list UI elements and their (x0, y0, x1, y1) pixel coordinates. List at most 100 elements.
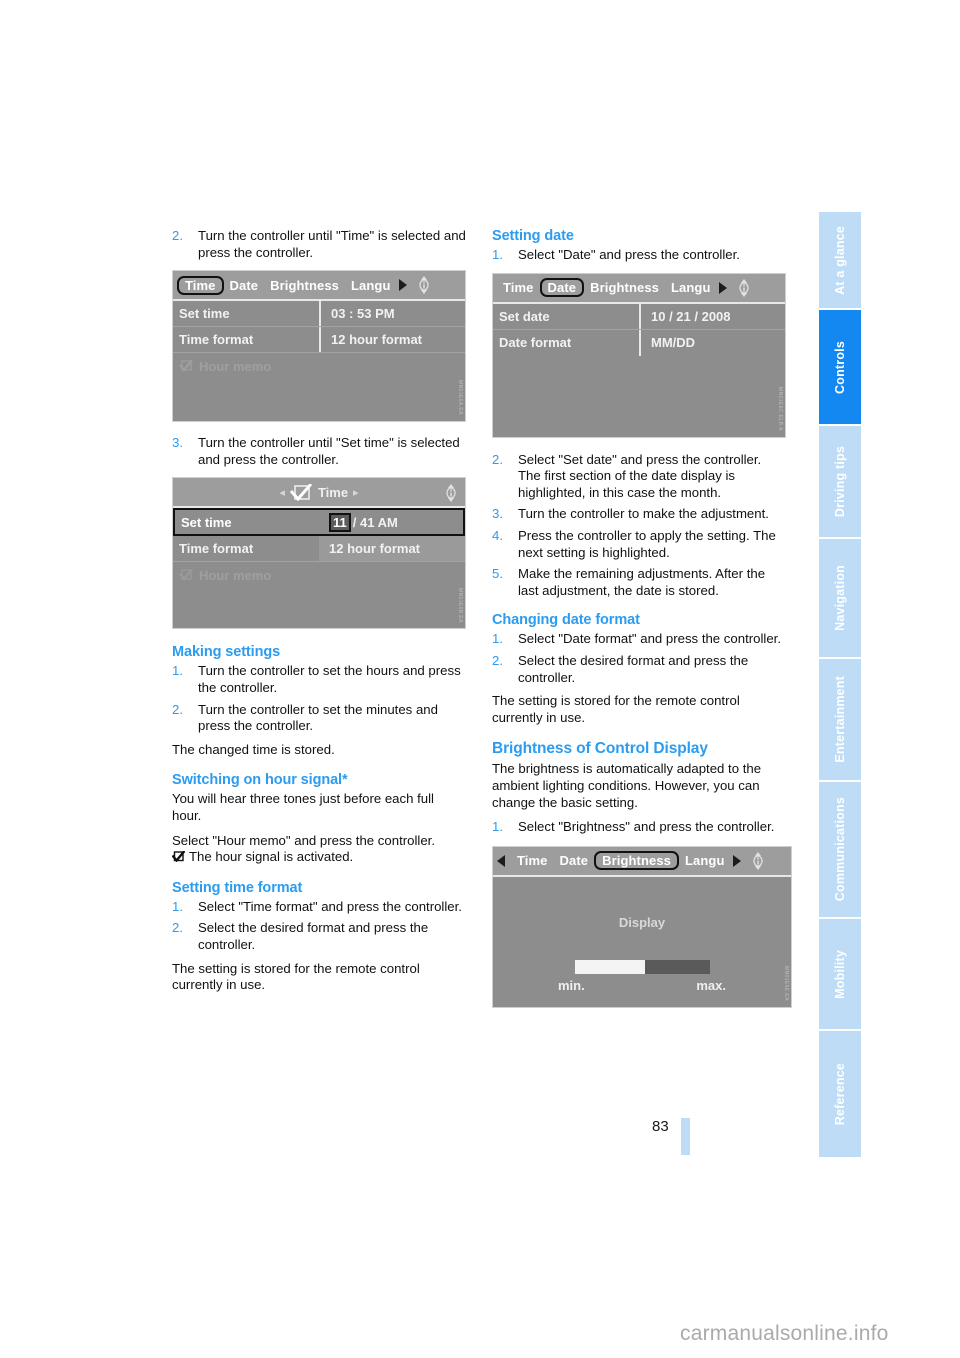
screen-row-time-format[interactable]: Time format 12 hour format (173, 327, 465, 354)
list-item: 3. Turn the controller to make the adjus… (492, 506, 786, 523)
info-updown-icon[interactable] (441, 482, 460, 503)
figure-watermark: MN01E6B.EA (457, 587, 463, 623)
sidebar-tab-communications[interactable]: Communications (819, 780, 861, 917)
sidebar-tab-label: Navigation (833, 565, 847, 631)
row-label: Set date (499, 308, 550, 324)
hour-signal-para-2: Select "Hour memo" and press the control… (172, 832, 435, 848)
figure-watermark: MN01E6E.EA (783, 965, 789, 1001)
sidebar-tab-navigation[interactable]: Navigation (819, 537, 861, 657)
making-settings-note: The changed time is stored. (172, 741, 335, 757)
sidebar-tab-label: Mobility (833, 949, 847, 999)
checkbox-icon[interactable] (179, 360, 193, 372)
step-text: Press the controller to apply the settin… (518, 527, 776, 560)
sidebar-tab-controls[interactable]: Controls (819, 308, 861, 424)
slider-track[interactable] (574, 959, 710, 974)
screen-body: Set time 03 : 53 PM Time format 12 hour … (173, 301, 465, 379)
chevron-left-icon[interactable] (497, 854, 505, 867)
screen-body: Display min. max. (493, 877, 791, 993)
screen-tab-time[interactable]: Time (511, 852, 554, 869)
step-number: 1. (492, 631, 503, 647)
chevron-right-icon[interactable] (398, 279, 407, 292)
display-label: Display (618, 914, 666, 930)
screen-tab-date[interactable]: Date (224, 277, 265, 294)
figure-date-menu: Time Date Brightness Langu Set date 10 /… (492, 272, 786, 438)
chevron-right-icon[interactable] (732, 854, 741, 867)
highlighted-hour-field[interactable]: 11 (329, 512, 351, 532)
time-format-steps: 1. Select "Time format" and press the co… (172, 899, 466, 954)
figure-time-menu: Time Date Brightness Langu Set time 03:… (172, 270, 466, 423)
sidebar-tab-driving-tips[interactable]: Driving tips (819, 424, 861, 537)
screen-row-set-time[interactable]: Set time 03 : 53 PM (173, 301, 465, 328)
sidebar-tab-label: Controls (833, 340, 847, 394)
sidebar-tab-mobility[interactable]: Mobility (819, 917, 861, 1029)
step-number: 2. (492, 652, 503, 668)
step-number: 2. (172, 228, 183, 243)
screen-body: Set time 11 / 41 AM Time format 12 hour … (173, 508, 465, 588)
setting-date-steps-rest: 2. Select "Set date" and press the contr… (492, 452, 786, 600)
row-label: Set time (179, 306, 230, 322)
brightness-slider[interactable] (493, 959, 791, 974)
row-label: Set time (181, 514, 232, 530)
chevron-left-small-icon[interactable]: ◂ (279, 486, 285, 499)
screen-tab-time[interactable]: Time (497, 279, 540, 296)
screen-tab-date[interactable]: Date (539, 278, 585, 298)
sidebar-tab-entertainment[interactable]: Entertainment (819, 657, 861, 780)
list-item: 1. Select "Date format" and press the co… (492, 631, 786, 648)
chevron-right-icon[interactable] (718, 281, 727, 294)
info-updown-icon[interactable] (735, 277, 754, 298)
figure-watermark: MN01E6A.EA (457, 380, 463, 416)
screen-row-set-date[interactable]: Set date 10 / 21 / 2008 (493, 303, 785, 330)
screen-titlebar: ◂ Time ▸ (173, 478, 465, 509)
screen-row-time-format[interactable]: Time format 12 hour format (173, 536, 465, 563)
checkbox-icon[interactable] (179, 569, 193, 582)
page-number: 83 (652, 1118, 669, 1135)
checkbox-check-icon (289, 483, 312, 501)
step-text: Select "Date format" and press the contr… (518, 631, 781, 647)
step-number: 3. (492, 506, 503, 522)
sidebar-tab-label: Communications (833, 797, 847, 902)
row-value: 12 hour format (319, 327, 465, 353)
step-number: 2. (172, 701, 183, 717)
slider-minmax-labels: min. max. (558, 978, 726, 993)
screen-row-hour-memo[interactable]: Hour memo (173, 562, 465, 588)
heading-brightness-of-control-display: Brightness of Control Display (492, 740, 708, 758)
screen-tab-brightness[interactable]: Brightness (594, 851, 679, 871)
hour-signal-para-3-wrap: The hour signal is activated. (172, 849, 466, 866)
row-label: Time format (179, 541, 254, 557)
screen-tab-brightness[interactable]: Brightness (584, 279, 665, 296)
step-text: Turn the controller to make the adjustme… (518, 506, 769, 522)
list-item: 2. Select the desired format and press t… (492, 653, 786, 686)
screen-title: Time (317, 484, 349, 500)
step-text: Turn the controller until "Time" is sele… (198, 228, 466, 260)
screen-tab-time[interactable]: Time (177, 275, 224, 295)
screen-tab-brightness[interactable]: Brightness (264, 277, 345, 294)
screen-tab-date[interactable]: Date (554, 852, 595, 869)
step-number: 2. (172, 920, 183, 936)
list-item: 1. Turn the controller to set the hours … (172, 663, 466, 696)
screen-tabbar: Time Date Brightness Langu (493, 846, 791, 877)
page-number-bar (681, 1118, 690, 1155)
info-updown-icon[interactable] (749, 850, 768, 871)
heading-hour-signal: Switching on hour signal* (172, 772, 348, 789)
step-text: Select "Date" and press the controller. (518, 247, 740, 262)
screen-row-set-time-selected[interactable]: Set time 11 / 41 AM (173, 508, 465, 537)
chevron-right-small-icon[interactable]: ▸ (353, 486, 359, 499)
heading-setting-date: Setting date (492, 228, 574, 244)
figure-brightness-menu: Time Date Brightness Langu Display min. … (492, 845, 792, 1008)
step-text: Select the desired format and press the … (198, 920, 429, 952)
list-item: 1. Select "Time format" and press the co… (172, 899, 466, 916)
sidebar-tab-label: At a glance (833, 225, 847, 295)
screen-row-hour-memo[interactable]: Hour memo (173, 353, 465, 379)
hour-signal-para-1: You will hear three tones just before ea… (172, 791, 434, 823)
step-text: Select "Time format" and press the contr… (198, 898, 462, 914)
screen-tab-language[interactable]: Langu (679, 852, 731, 869)
sidebar-tab-at-a-glance[interactable]: At a glance (819, 212, 861, 308)
info-updown-icon[interactable] (415, 275, 434, 296)
screen-row-date-format[interactable]: Date format MM/DD (493, 329, 785, 356)
slider-min-label: min. (558, 977, 585, 993)
screen-tab-language[interactable]: Langu (345, 277, 397, 294)
sidebar-tab-reference[interactable]: Reference (819, 1029, 861, 1157)
list-item: 2. Select the desired format and press t… (172, 920, 466, 953)
screen-tab-language[interactable]: Langu (665, 279, 717, 296)
step-number: 2. (492, 451, 503, 467)
